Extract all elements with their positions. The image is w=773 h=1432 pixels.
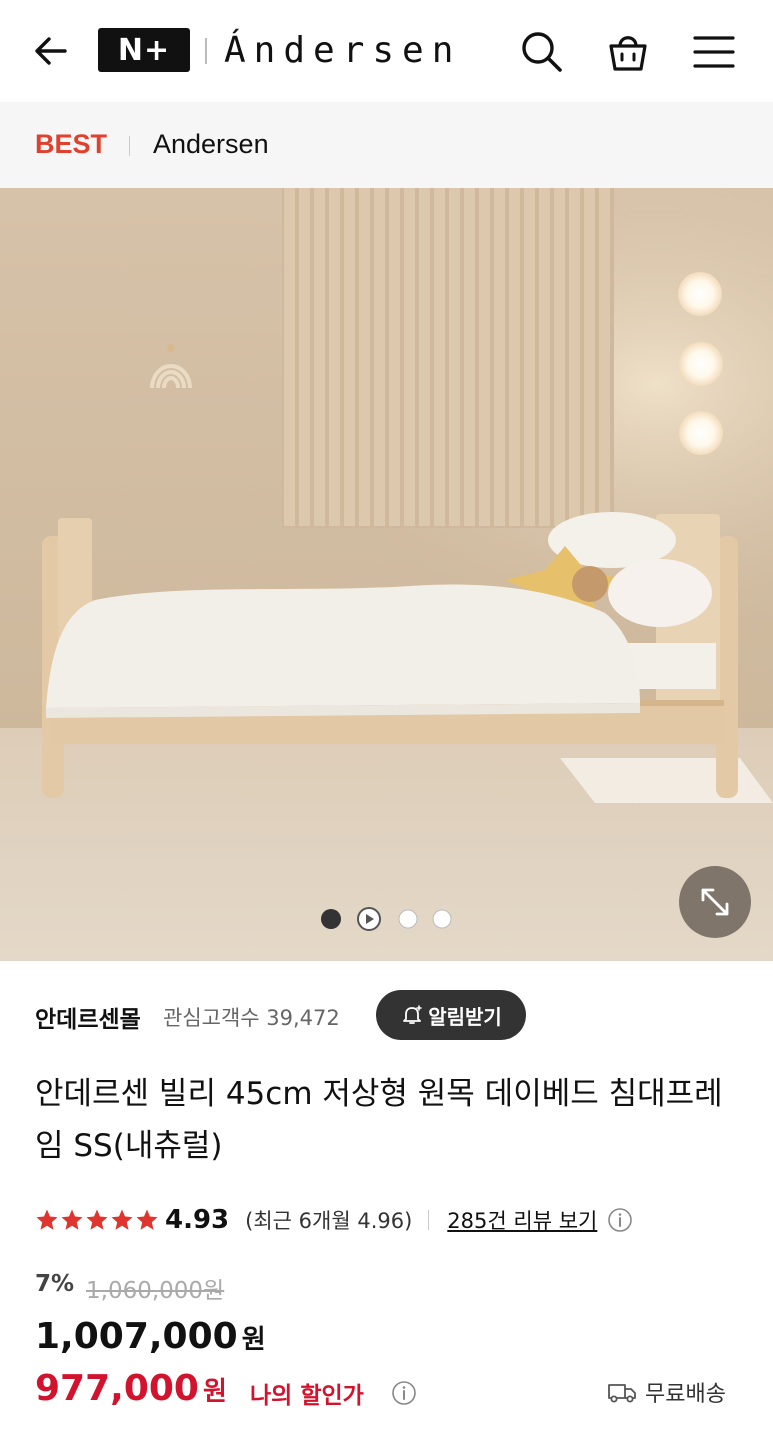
- gallery-dot[interactable]: [398, 909, 418, 929]
- sale-price-unit: 원: [241, 1325, 266, 1355]
- gallery-dot[interactable]: [321, 909, 341, 929]
- star-icon: [86, 1209, 108, 1230]
- best-category-link[interactable]: BEST: [35, 129, 107, 160]
- discount-rate: 7%: [35, 1271, 75, 1297]
- gallery-dot[interactable]: [432, 909, 452, 929]
- alarm-button[interactable]: 알림받기: [376, 990, 526, 1040]
- wall-lamp: [678, 272, 722, 316]
- star-icon: [111, 1209, 133, 1230]
- top-header: N+ Ándersen: [0, 0, 773, 102]
- original-price: 1,060,000원: [86, 1278, 225, 1304]
- my-discount-price: 977,000 원: [35, 1368, 227, 1409]
- product-photo: [0, 188, 773, 961]
- rating-divider: [428, 1210, 430, 1230]
- recent-rating: (최근 6개월 4.96): [245, 1209, 413, 1233]
- gallery-video-dot[interactable]: [357, 907, 381, 931]
- shipping-info: 무료배송: [607, 1376, 726, 1408]
- brand-logo[interactable]: Ándersen: [224, 26, 461, 76]
- category-bar: BEST Andersen: [0, 102, 773, 188]
- cart-button[interactable]: [602, 26, 654, 78]
- shipping-label: 무료배송: [645, 1382, 726, 1407]
- my-discount-label: 나의 할인가: [250, 1383, 364, 1409]
- search-button[interactable]: [516, 26, 568, 78]
- info-icon[interactable]: [391, 1380, 417, 1406]
- search-icon: [522, 32, 562, 72]
- rating-stars: [35, 1208, 159, 1232]
- wall-lamp: [679, 411, 723, 455]
- product-image-gallery[interactable]: [0, 188, 773, 961]
- info-icon[interactable]: [607, 1207, 633, 1233]
- nplus-logo[interactable]: N+: [98, 28, 190, 72]
- shopping-bag-icon: [609, 36, 647, 71]
- product-title: 안데르센 빌리 45cm 저상형 원목 데이베드 침대프레임 SS(내츄럴): [35, 1076, 723, 1164]
- watchers-count: 관심고객수 39,472: [163, 1006, 340, 1030]
- my-price-unit: 원: [202, 1377, 227, 1407]
- menu-button[interactable]: [688, 26, 740, 78]
- arrow-left-icon: [35, 37, 67, 65]
- rating-score: 4.93: [165, 1205, 230, 1235]
- star-icon: [36, 1209, 58, 1230]
- store-name[interactable]: 안데르센몰: [35, 1000, 141, 1034]
- gallery-indicators: [320, 906, 460, 932]
- star-icon: [136, 1209, 158, 1230]
- hamburger-menu-icon: [693, 36, 735, 68]
- brand-category-link[interactable]: Andersen: [153, 129, 269, 160]
- logo-divider: [205, 38, 207, 64]
- star-icon: [61, 1209, 83, 1230]
- slat-panel: [282, 188, 614, 528]
- back-button[interactable]: [28, 28, 74, 74]
- rating-row: 4.93 (최근 6개월 4.96) 285건 리뷰 보기: [35, 1200, 633, 1240]
- delivery-truck-icon: [608, 1384, 636, 1403]
- expand-button[interactable]: [679, 866, 751, 938]
- review-link[interactable]: 285건 리뷰 보기: [447, 1205, 597, 1235]
- sale-price-value: 1,007,000: [35, 1316, 238, 1357]
- sale-price: 1,007,000 원: [35, 1316, 266, 1357]
- my-price-value: 977,000: [35, 1368, 199, 1409]
- alarm-label: 알림받기: [428, 1004, 502, 1029]
- bell-plus-icon: [403, 1005, 422, 1024]
- wall-lamp: [679, 342, 723, 386]
- expand-icon: [701, 888, 729, 916]
- category-divider: [129, 136, 130, 156]
